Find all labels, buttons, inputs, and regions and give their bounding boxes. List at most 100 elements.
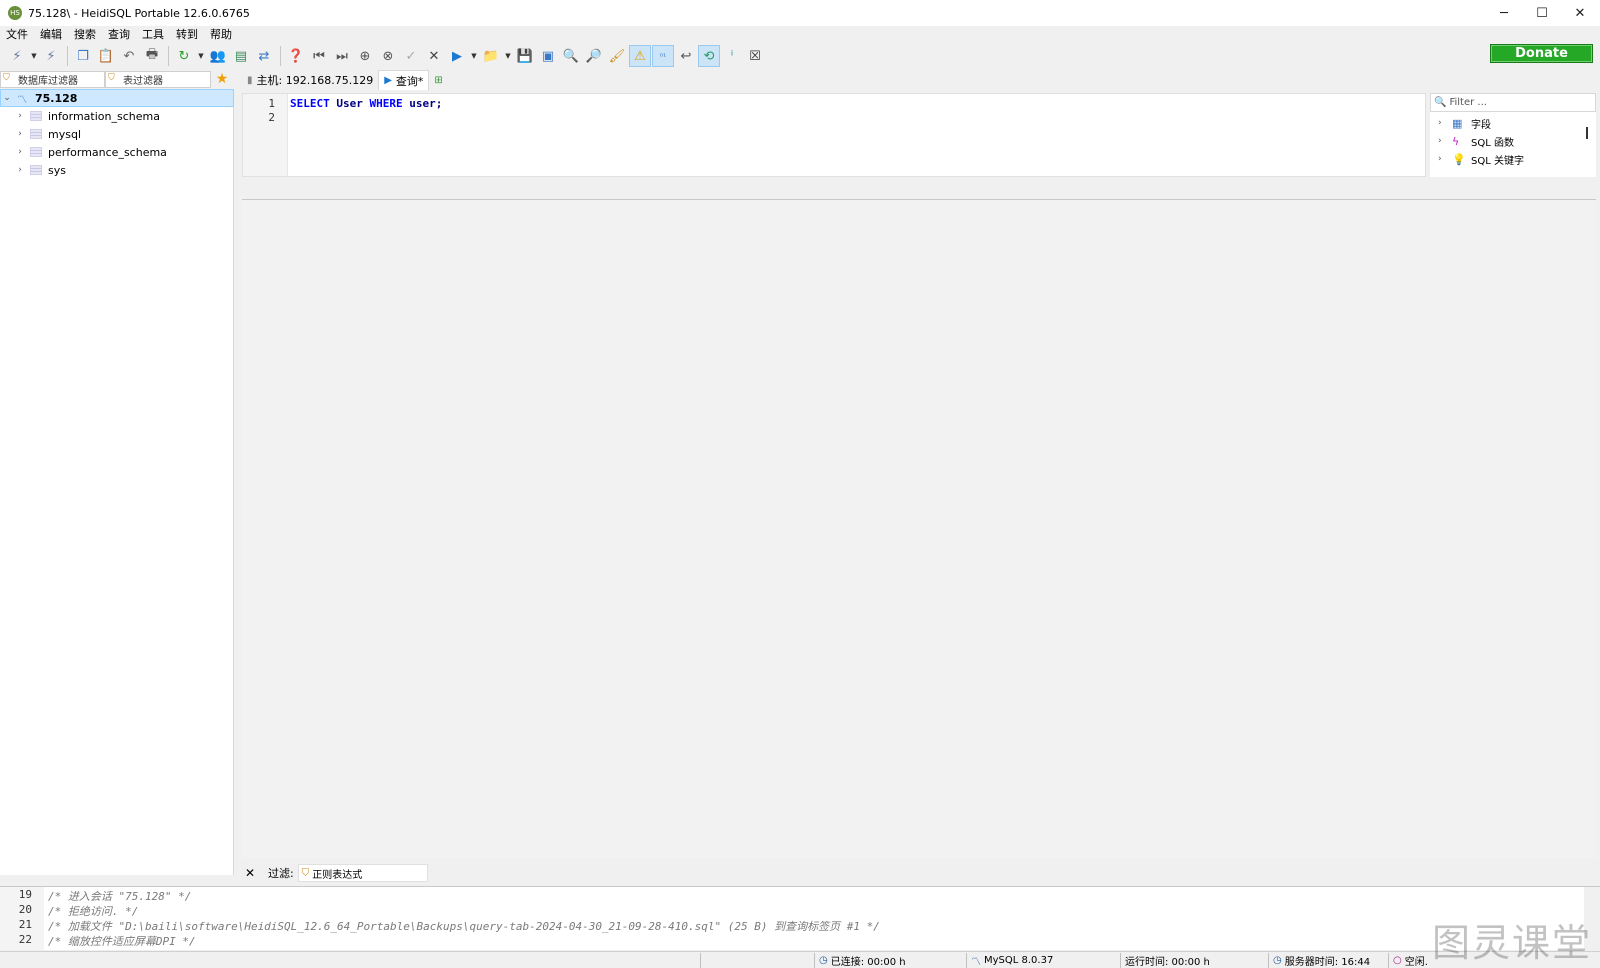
dropdown-arrow-icon[interactable]: ▼: [469, 45, 479, 67]
status-mysql-version: 〽 MySQL 8.0.37: [966, 953, 1120, 968]
chevron-right-icon[interactable]: ›: [14, 147, 26, 157]
sql-identifier: User: [336, 97, 363, 110]
maintenance-icon[interactable]: ▤: [230, 45, 252, 67]
auto-refresh-icon[interactable]: ⟲: [698, 45, 720, 67]
host-icon: ▮: [247, 74, 253, 86]
chevron-right-icon[interactable]: ›: [14, 129, 26, 139]
disconnect-icon[interactable]: ⚡: [40, 45, 62, 67]
save-as-icon[interactable]: ▣: [537, 45, 559, 67]
info-icon[interactable]: ⁱ: [721, 45, 743, 67]
add-icon[interactable]: ⊕: [354, 45, 376, 67]
donate-button[interactable]: Donate: [1490, 44, 1593, 63]
menu-goto[interactable]: 转到: [176, 26, 198, 42]
tree-db-node[interactable]: › sys: [0, 161, 234, 179]
dropdown-arrow-icon[interactable]: ▼: [29, 45, 39, 67]
sql-editor[interactable]: 1 2 SELECT User WHERE user;: [242, 93, 1426, 177]
search-icon[interactable]: 🔍: [560, 45, 582, 67]
chevron-right-icon[interactable]: ›: [1438, 136, 1452, 146]
maximize-button[interactable]: ☐: [1523, 0, 1561, 26]
query-helper-panel: 🔍 Filter ... › ▦ 字段 › ϟ SQL 函数 › 💡 SQL 关…: [1430, 93, 1596, 177]
helper-item-columns[interactable]: › ▦ 字段: [1438, 114, 1491, 132]
close-button[interactable]: ✕: [1561, 0, 1599, 26]
run-icon[interactable]: ▶: [446, 45, 468, 67]
search-icon: 🔍: [1434, 97, 1447, 108]
dropdown-arrow-icon[interactable]: ▼: [196, 45, 206, 67]
tab-host-label: 主机: 192.168.75.129: [256, 74, 374, 87]
paste-icon[interactable]: 📋: [95, 45, 117, 67]
print-icon[interactable]: 🖶: [141, 45, 163, 67]
chevron-down-icon[interactable]: ⌄: [1, 93, 13, 103]
copy-icon[interactable]: ❐: [72, 45, 94, 67]
database-icon: [30, 147, 42, 157]
new-query-tab-button[interactable]: ⊞: [429, 70, 451, 90]
refresh-icon[interactable]: ↻: [173, 45, 195, 67]
database-icon: [30, 111, 42, 121]
delete-icon[interactable]: ✕: [423, 45, 445, 67]
table-filter-placeholder: 表过滤器: [123, 75, 163, 87]
tree-server-node[interactable]: ⌄ 〽 75.128: [0, 89, 234, 107]
connect-icon[interactable]: ⚡: [6, 45, 28, 67]
editor-results-splitter[interactable]: [242, 178, 1596, 200]
helper-item-sql-keywords[interactable]: › 💡 SQL 关键字: [1438, 150, 1524, 168]
filter-icon: ⛉: [108, 73, 115, 83]
chevron-right-icon[interactable]: ›: [1438, 154, 1452, 164]
first-icon[interactable]: ⏮: [308, 45, 330, 67]
filter-icon: ⛉: [301, 867, 310, 879]
database-filter-input[interactable]: ⛉ 数据库过滤器: [0, 70, 105, 88]
helper-item-label: 字段: [1471, 119, 1491, 131]
warning-icon[interactable]: ⚠: [629, 45, 651, 67]
tab-query[interactable]: ▶ 查询*: [378, 70, 430, 90]
tab-host[interactable]: ▮ 主机: 192.168.75.129: [242, 70, 378, 90]
favorites-star-icon[interactable]: ★: [211, 71, 233, 87]
chevron-right-icon[interactable]: ›: [14, 111, 26, 121]
last-icon[interactable]: ⏭: [331, 45, 353, 67]
binary-icon[interactable]: ⁰¹: [652, 45, 674, 67]
user-manager-icon[interactable]: 👥: [207, 45, 229, 67]
helper-filter-input[interactable]: 🔍 Filter ...: [1430, 93, 1596, 112]
log-line-number: 20: [18, 903, 32, 916]
sql-keyword: SELECT: [290, 97, 330, 110]
cancel-icon[interactable]: ⊗: [377, 45, 399, 67]
menu-file[interactable]: 文件: [6, 26, 28, 42]
status-bar: ◷ 已连接: 00:00 h 〽 MySQL 8.0.37 运行时间: 00:0…: [0, 951, 1600, 968]
menu-tools[interactable]: 工具: [142, 26, 164, 42]
menu-edit[interactable]: 编辑: [40, 26, 62, 42]
database-label: performance_schema: [48, 145, 167, 159]
sql-code-line[interactable]: SELECT User WHERE user;: [290, 97, 442, 110]
undo-icon[interactable]: ↶: [118, 45, 140, 67]
save-icon[interactable]: 💾: [514, 45, 536, 67]
chevron-right-icon[interactable]: ›: [1438, 118, 1452, 128]
sync-icon[interactable]: ⇄: [253, 45, 275, 67]
server-icon: 〽: [17, 94, 27, 106]
chevron-right-icon[interactable]: ›: [14, 165, 26, 175]
dropdown-arrow-icon[interactable]: ▼: [503, 45, 513, 67]
status-connected: ◷ 已连接: 00:00 h: [814, 953, 966, 968]
find-next-icon[interactable]: 🔎: [583, 45, 605, 67]
sql-log[interactable]: 19 /* 进入会话 "75.128" */ 20 /* 拒绝访问. */ 21…: [0, 886, 1600, 950]
helper-item-label: SQL 函数: [1471, 137, 1514, 149]
close-filter-icon[interactable]: ✕: [242, 866, 258, 880]
check-icon[interactable]: ✓: [400, 45, 422, 67]
log-line: 19 /* 进入会话 "75.128" */: [0, 888, 1584, 903]
wrap-icon[interactable]: ↩: [675, 45, 697, 67]
regex-filter-input[interactable]: ⛉ 正则表达式: [297, 864, 428, 882]
menu-search[interactable]: 搜索: [74, 26, 96, 42]
result-filter-bar: ✕ 过滤: ⛉ 正则表达式: [242, 862, 428, 884]
line-number-gutter: 1 2: [243, 94, 288, 176]
tree-db-node[interactable]: › performance_schema: [0, 143, 234, 161]
minimize-button[interactable]: ─: [1485, 0, 1523, 26]
tree-db-node[interactable]: › mysql: [0, 125, 234, 143]
database-filter-placeholder: 数据库过滤器: [18, 75, 78, 87]
main-tabs: ▮ 主机: 192.168.75.129 ▶ 查询* ⊞: [242, 70, 452, 90]
table-filter-input[interactable]: ⛉ 表过滤器: [105, 70, 211, 88]
help-icon[interactable]: ❓: [285, 45, 307, 67]
menu-query[interactable]: 查询: [108, 26, 130, 42]
close-tab-icon[interactable]: ☒: [744, 45, 766, 67]
tree-db-node[interactable]: › information_schema: [0, 107, 234, 125]
scrollbar-thumb[interactable]: [1586, 127, 1588, 139]
open-folder-icon[interactable]: 📁: [480, 45, 502, 67]
format-brush-icon[interactable]: 🖌: [606, 45, 628, 67]
sql-identifier: user: [409, 97, 436, 110]
helper-item-sql-functions[interactable]: › ϟ SQL 函数: [1438, 132, 1514, 150]
menu-help[interactable]: 帮助: [210, 26, 232, 42]
